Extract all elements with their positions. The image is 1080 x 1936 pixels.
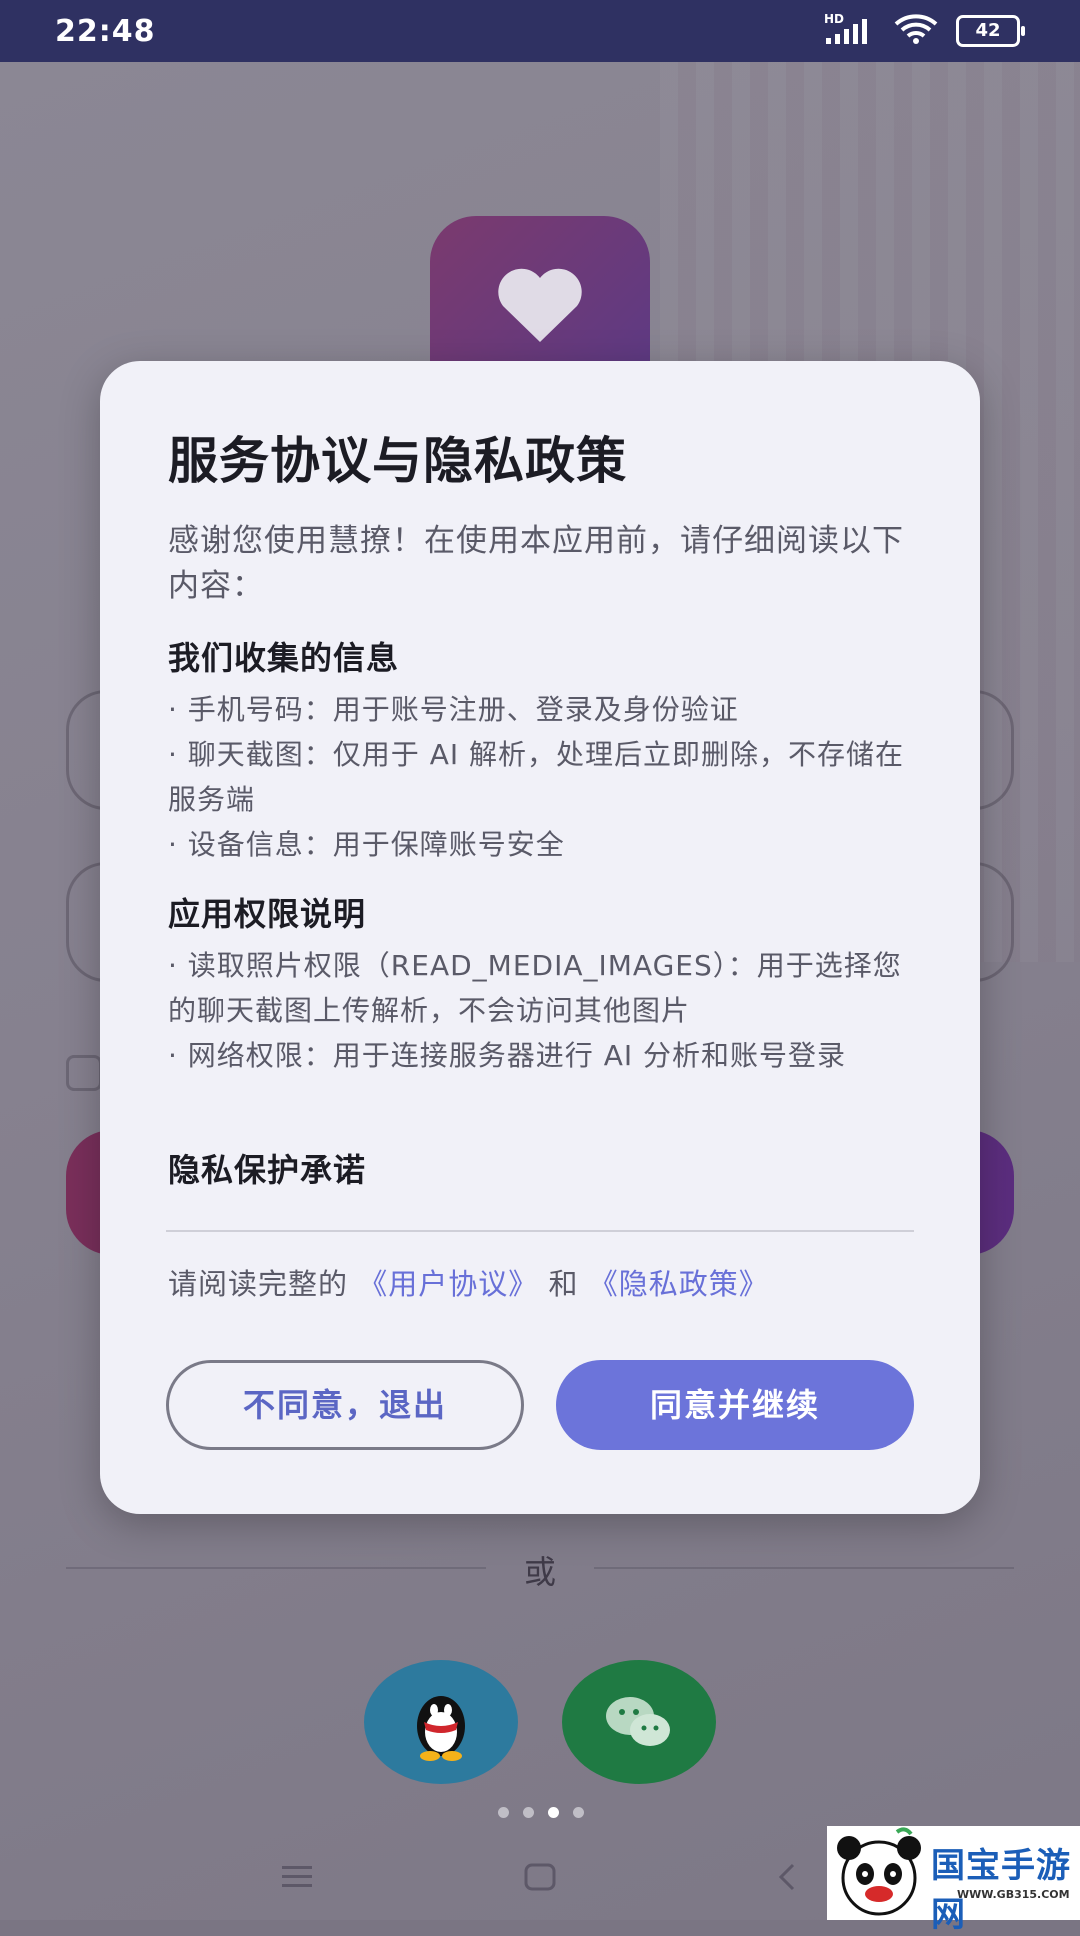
page-dot [523, 1807, 534, 1818]
section-heading-privacy-promise: 隐私保护承诺 [168, 1151, 367, 1189]
back-button[interactable] [762, 1852, 812, 1902]
permission-photos: · 读取照片权限（READ_MEDIA_IMAGES）：用于选择您的聊天截图上传… [168, 949, 902, 1027]
wifi-icon [894, 13, 938, 49]
user-agreement-link[interactable]: 《用户协议》 [358, 1267, 538, 1301]
menu-button[interactable] [272, 1852, 322, 1902]
collected-info-device: · 设备信息：用于保障账号安全 [168, 828, 565, 861]
home-icon [524, 1863, 556, 1891]
qq-penguin-icon [417, 1696, 465, 1761]
collected-info-phone: · 手机号码：用于账号注册、登录及身份验证 [168, 693, 739, 726]
menu-icon [282, 1866, 312, 1887]
dialog-intro: 感谢您使用慧撩！在使用本应用前，请仔细阅读以下内容： [168, 523, 904, 604]
dialog-title: 服务协议与隐私政策 [168, 432, 627, 490]
or-label: 或 [523, 1553, 556, 1591]
decline-exit-button[interactable]: 不同意，退出 [166, 1360, 524, 1450]
back-icon [778, 1863, 795, 1891]
privacy-dialog: 服务协议与隐私政策 感谢您使用慧撩！在使用本应用前，请仔细阅读以下内容： 我们收… [100, 361, 980, 1514]
wechat-login-button[interactable] [562, 1660, 716, 1784]
agreement-checkbox-background [66, 1055, 102, 1091]
collected-info-screenshots: · 聊天截图：仅用于 AI 解析，处理后立即删除，不存储在服务端 [168, 738, 905, 816]
signal-icon: HD [824, 12, 876, 46]
links-and: 和 [548, 1267, 579, 1301]
links-prefix: 请阅读完整的 [168, 1267, 349, 1301]
page-dot [573, 1807, 584, 1818]
permission-network: · 网络权限：用于连接服务器进行 AI 分析和账号登录 [168, 1039, 847, 1072]
dialog-separator [166, 1230, 914, 1232]
section-heading-collected-info: 我们收集的信息 [168, 639, 400, 677]
watermark: 国宝手游网 WWW.GB315.COM [827, 1826, 1080, 1935]
watermark-url: WWW.GB315.COM [957, 1888, 1070, 1901]
page-indicator [498, 1807, 584, 1818]
page-dot-active [548, 1807, 559, 1818]
wechat-icon [606, 1697, 670, 1746]
heart-icon [498, 268, 582, 342]
watermark-text: 国宝手游网 [931, 1846, 1071, 1935]
panda-logo-icon [837, 1827, 921, 1916]
privacy-policy-link[interactable]: 《隐私政策》 [589, 1267, 769, 1301]
battery-icon: 42 [956, 15, 1025, 47]
or-divider-right [594, 1567, 1014, 1569]
page-dot [498, 1807, 509, 1818]
status-icons: HD 42 [824, 12, 1025, 49]
section-heading-permissions: 应用权限说明 [168, 895, 367, 933]
agreement-links-row: 请阅读完整的 《用户协议》 和 《隐私政策》 [168, 1261, 769, 1303]
qq-login-button[interactable] [364, 1660, 518, 1784]
home-button[interactable] [515, 1852, 565, 1902]
status-time: 22:48 [55, 14, 156, 49]
status-bar: 22:48 HD 42 [0, 0, 1080, 62]
or-divider-left [66, 1567, 486, 1569]
agree-continue-button[interactable]: 同意并继续 [556, 1360, 914, 1450]
